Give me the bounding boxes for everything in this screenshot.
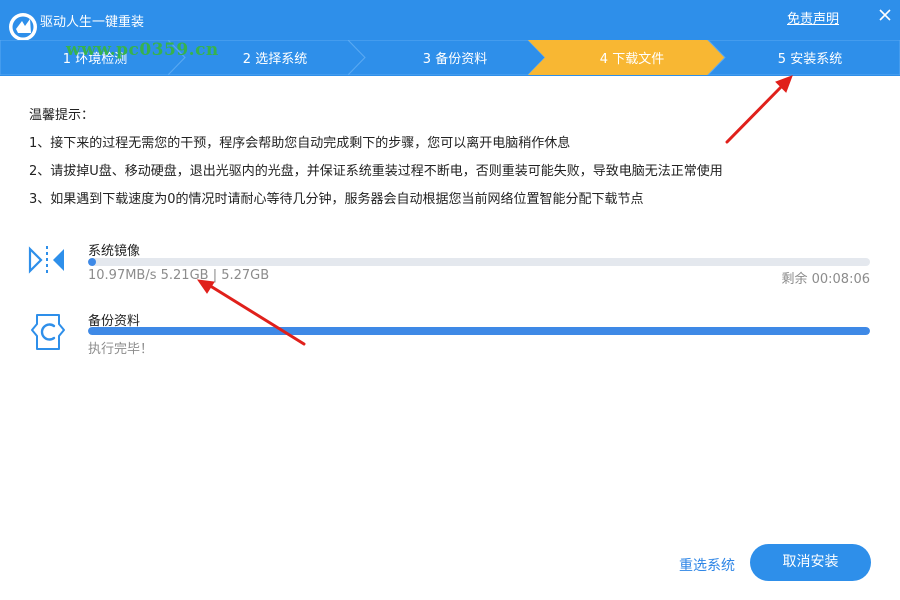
annotation-arrow <box>725 75 793 144</box>
progress-fill <box>88 258 96 266</box>
download-arrows-icon <box>28 246 64 274</box>
tip-item: 1、接下来的过程无需您的干预，程序会帮助您自动完成剩下的步骤，您可以离开电脑稍作… <box>29 136 571 151</box>
step-4-active: 4 下载文件 <box>599 52 665 67</box>
tips-heading: 温馨提示： <box>29 108 95 123</box>
remaining-time: 剩余 00:08:06 <box>781 272 870 287</box>
step-3: 3 备份资料 <box>422 52 488 67</box>
title-bar: 驱动人生一键重装 免责声明 <box>0 0 900 41</box>
app-title: 驱动人生一键重装 <box>40 15 145 30</box>
tip-item: 2、请拔掉U盘、移动硬盘，退出光驱内的光盘，并保证系统重装过程不断电，否则重装可… <box>29 164 723 179</box>
download-status: 执行完毕！ <box>88 342 154 357</box>
cancel-install-button[interactable]: 取消安装 <box>750 544 871 581</box>
close-icon[interactable] <box>874 4 896 26</box>
header: 驱动人生一键重装 免责声明 1 环境检测 2 选择系统 3 备份资料 4 下载文… <box>0 0 900 76</box>
disclaimer-link[interactable]: 免责声明 <box>787 8 839 27</box>
progress-bar <box>88 258 870 266</box>
download-info: 10.97MB/s 5.21GB | 5.27GB <box>88 268 270 283</box>
watermark: www.pc0359.cn <box>66 40 219 60</box>
step-5: 5 安装系统 <box>777 52 843 67</box>
step-2: 2 选择系统 <box>242 52 308 67</box>
progress-bar <box>88 327 870 335</box>
tips-panel: 温馨提示： 1、接下来的过程无需您的干预，程序会帮助您自动完成剩下的步骤，您可以… <box>29 108 723 220</box>
annotation-arrows <box>196 75 793 346</box>
tip-item: 3、如果遇到下载速度为0的情况时请耐心等待几分钟，服务器会自动根据您当前网络位置… <box>29 192 644 207</box>
download-name: 系统镜像 <box>88 244 141 259</box>
installer-window: 驱动人生一键重装 免责声明 1 环境检测 2 选择系统 3 备份资料 4 下载文… <box>0 0 900 600</box>
backup-c-icon <box>31 314 65 350</box>
progress-fill <box>88 327 870 335</box>
reselect-system-link[interactable]: 重选系统 <box>679 555 735 575</box>
